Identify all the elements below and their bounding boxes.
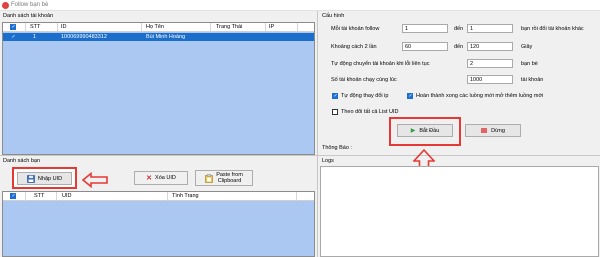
import-uid-highlight: Nhập UID — [12, 167, 77, 189]
follow-den-label: đến — [454, 26, 464, 32]
save-icon — [27, 174, 35, 183]
follow-per-account-label: Mỗi tài khoản follow — [331, 26, 380, 32]
stop-icon — [481, 128, 488, 133]
logs-label: Logs — [322, 158, 334, 164]
account-list-label: Danh sách tài khoản — [3, 13, 54, 19]
friend-grid[interactable]: STT UID Tình Trạng — [2, 191, 315, 257]
interval-den-label: đến — [454, 44, 464, 50]
interval-suffix-label: Giây — [521, 44, 533, 50]
title-bar: Follow bạn bè — [0, 0, 600, 11]
delete-uid-button[interactable]: ✕ Xóa UID — [134, 171, 188, 185]
select-all-checkbox[interactable] — [10, 24, 16, 30]
concurrent-label: Số tài khoản chạy cùng lúc — [331, 77, 397, 83]
friend-grid-header: STT UID Tình Trạng — [3, 192, 314, 201]
interval-label: Khoảng cách 2 lần — [331, 44, 377, 50]
account-grid[interactable]: STT ID Họ Tên Trang Thái IP 1 1000699904… — [2, 22, 315, 155]
follow-list-label: Theo dõi tất cả List UID — [341, 109, 399, 115]
start-label: Bắt Đầu — [419, 127, 440, 134]
logs-panel[interactable] — [320, 166, 599, 257]
start-button[interactable]: ▶ Bắt Đầu — [397, 124, 453, 137]
stop-button[interactable]: Dừng — [465, 124, 521, 137]
concurrent-input[interactable]: 1000 — [467, 75, 513, 84]
col-uid-stt: STT — [34, 193, 45, 199]
table-row[interactable]: 1 100069990483312 Bùi Minh Hoàng — [3, 33, 314, 41]
follow-from-input[interactable]: 1 — [402, 24, 448, 33]
follow-suffix-label: bạn rồi đổi tài khoản khác — [521, 26, 584, 32]
splitter[interactable] — [317, 11, 318, 257]
row-checkbox[interactable] — [10, 34, 16, 40]
follow-list-checkbox[interactable] — [332, 109, 338, 115]
account-grid-header: STT ID Họ Tên Trang Thái IP — [3, 23, 314, 32]
play-icon: ▶ — [410, 128, 416, 134]
config-label: Cấu hình — [322, 13, 345, 19]
import-uid-label: Nhập UID — [37, 175, 63, 182]
col-name: Họ Tên — [146, 24, 164, 30]
row-stt: 1 — [33, 34, 37, 40]
friend-list-label: Danh sách bạn — [3, 158, 40, 164]
paste-clipboard-button[interactable]: Paste from Clipboard — [195, 170, 253, 186]
auto-ip-checkbox[interactable] — [332, 93, 338, 99]
col-ip: IP — [269, 24, 275, 30]
window-title: Follow bạn bè — [11, 2, 49, 8]
col-uid-status: Tình Trạng — [172, 193, 199, 199]
row-id: 100069990483312 — [61, 34, 107, 40]
col-status: Trang Thái — [216, 24, 243, 30]
auto-switch-input[interactable]: 2 — [467, 59, 513, 68]
select-all-uid-checkbox[interactable] — [10, 193, 16, 199]
interval-from-input[interactable]: 60 — [402, 42, 448, 51]
arrow-left-icon — [82, 172, 108, 188]
clipboard-icon — [205, 173, 214, 183]
concurrent-suffix: tài khoản — [521, 77, 544, 83]
row-name: Bùi Minh Hoàng — [146, 34, 186, 40]
follow-to-input[interactable]: 1 — [467, 24, 513, 33]
auto-switch-suffix: bạn bè — [521, 61, 538, 67]
notice-label: Thông Báo : — [322, 145, 352, 151]
import-uid-button[interactable]: Nhập UID — [17, 172, 72, 185]
auto-switch-label: Tự động chuyển tài khoản khi lỗi liên tụ… — [331, 61, 430, 67]
paste-label-2: Clipboard — [217, 178, 242, 184]
app-icon — [2, 2, 9, 9]
col-uid: UID — [62, 193, 72, 199]
interval-to-input[interactable]: 120 — [467, 42, 513, 51]
col-id: ID — [61, 24, 67, 30]
col-stt: STT — [30, 24, 41, 30]
complete-new-label: Hoàn thành xong các luồng mới mở thêm lu… — [416, 93, 544, 99]
auto-ip-label: Tự động thay đổi ip — [341, 93, 389, 99]
stop-label: Dừng — [491, 127, 505, 134]
complete-new-checkbox[interactable] — [407, 93, 413, 99]
divider — [0, 155, 600, 156]
delete-icon: ✕ — [146, 175, 153, 182]
delete-uid-label: Xóa UID — [155, 175, 176, 181]
